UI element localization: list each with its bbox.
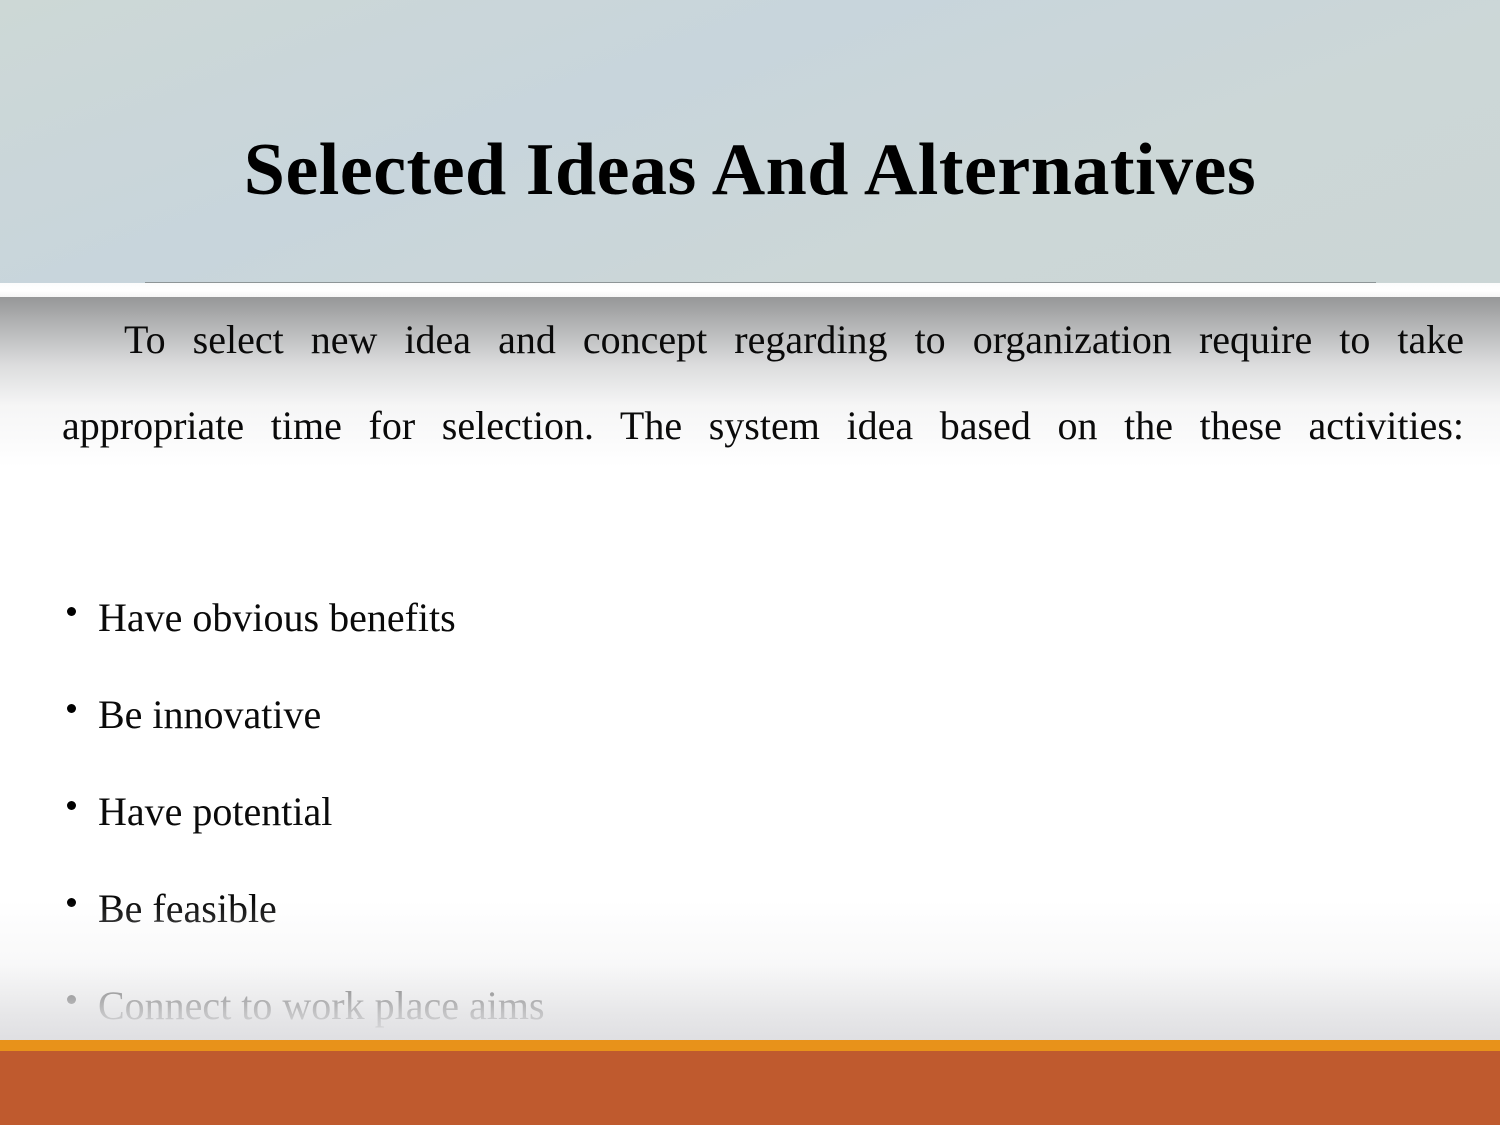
list-item: Be innovative — [0, 666, 1500, 763]
bullet-dot-icon — [67, 800, 76, 810]
list-item-label: Have potential — [98, 789, 333, 834]
intro-paragraph: To select new idea and concept regarding… — [62, 317, 1464, 448]
bullet-dot-icon — [67, 994, 76, 1004]
list-item-label: Be innovative — [98, 692, 322, 737]
page-title: Selected Ideas And Alternatives — [243, 129, 1257, 211]
footer-accent-bar-deep — [0, 1051, 1500, 1125]
list-item: Have obvious benefits — [0, 569, 1500, 666]
footer-accent-bar-bright — [0, 1040, 1500, 1051]
list-item-label: Connect to work place aims — [98, 983, 545, 1028]
list-item-label: Have obvious benefits — [98, 595, 456, 640]
bullet-dot-icon — [67, 703, 76, 713]
bullet-dot-icon — [67, 606, 76, 616]
header-bottom-highlight — [0, 283, 1500, 297]
list-item: Have potential — [0, 763, 1500, 860]
slide-body: To select new idea and concept regarding… — [0, 297, 1500, 1125]
presentation-slide: Selected Ideas And Alternatives To selec… — [0, 0, 1500, 1125]
bullet-dot-icon — [67, 897, 76, 907]
list-item: Be feasible — [0, 860, 1500, 957]
list-item-label: Be feasible — [98, 886, 277, 931]
